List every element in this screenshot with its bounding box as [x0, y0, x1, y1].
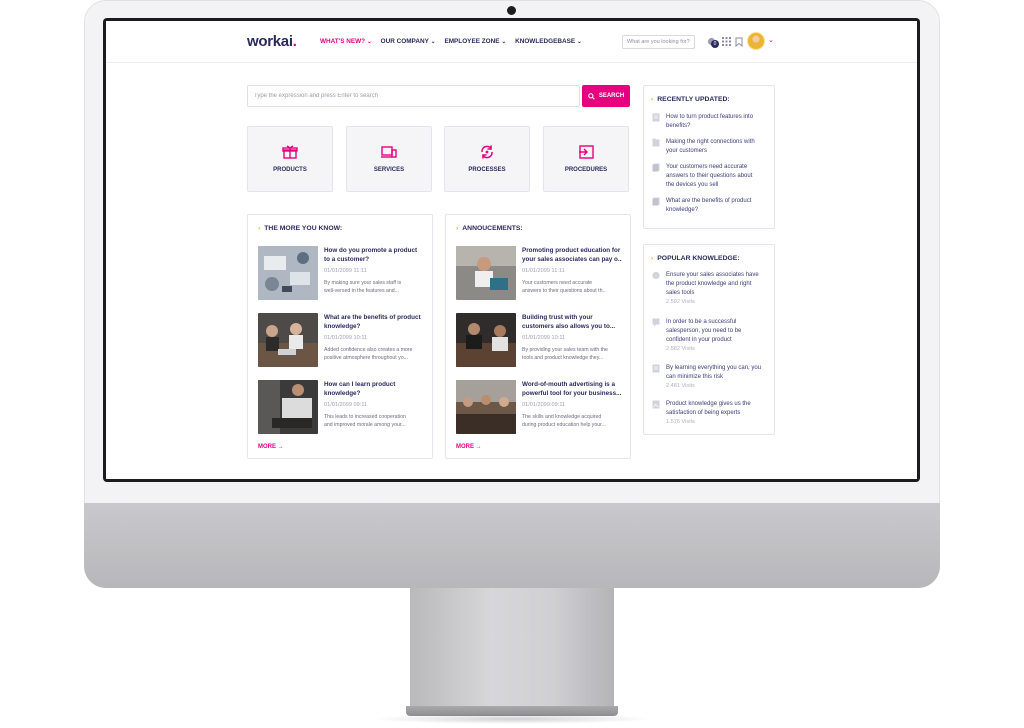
article-date: 01/01/2099 11:11 — [522, 268, 565, 274]
article-thumbnail[interactable] — [258, 380, 318, 434]
article-item[interactable]: What are the benefits of product knowled… — [258, 313, 423, 367]
nav-knowledgebase[interactable]: KNOWLEDGEBASE ⌄ — [515, 38, 582, 45]
notification-count-badge: 0 — [711, 40, 719, 48]
chevron-down-icon: ⌄ — [501, 39, 507, 45]
article-date: 01/01/2099 09:11 — [522, 402, 566, 408]
search-button[interactable]: SEARCH — [582, 85, 630, 107]
article-date: 01/01/2099 11:11 — [324, 268, 367, 274]
visit-count: 2.582 Visits — [666, 346, 695, 352]
knowledge-search-input[interactable] — [247, 85, 580, 107]
article-excerpt: and improved morale among your... — [324, 422, 406, 428]
visit-count: 2.592 Visits — [666, 299, 695, 305]
more-link[interactable]: MORE → — [258, 444, 284, 450]
panel-title: › POPULAR KNOWLEDGE: — [651, 255, 740, 262]
more-you-know-panel: › THE MORE YOU KNOW: How do you promote a… — [247, 214, 433, 459]
article-excerpt: positive atmosphere throughout yo... — [324, 355, 408, 361]
article-item[interactable]: How can I learn product knowledge? 01/01… — [258, 380, 423, 434]
chat-icon — [652, 318, 660, 327]
announcements-panel: › ANNOUCEMENTS: Promoting product educati… — [445, 214, 631, 459]
article-thumbnail[interactable] — [456, 380, 516, 434]
article-excerpt: answers to their questions about th... — [522, 288, 607, 294]
top-navigation-bar: workai. WHAT'S NEW? ⌄ OUR COMPANY ⌄ EMPLOY… — [106, 21, 917, 63]
article-date: 01/01/2099 10:11 — [522, 335, 566, 341]
popular-knowledge-panel: › POPULAR KNOWLEDGE: Ensure your sales as… — [643, 244, 775, 435]
screen: workai. WHAT'S NEW? ⌄ OUR COMPANY ⌄ EMPLOY… — [106, 21, 917, 479]
article-thumbnail[interactable] — [456, 313, 516, 367]
monitor-stand — [410, 588, 614, 710]
visit-count: 1.576 Visits — [666, 419, 695, 425]
article-thumbnail[interactable] — [258, 313, 318, 367]
chevron-right-icon: › — [456, 225, 459, 232]
chevron-right-icon: › — [651, 96, 654, 103]
article-excerpt: The skills and knowledge acquired — [522, 414, 602, 420]
gift-box-icon — [282, 145, 298, 159]
panel-title: › ANNOUCEMENTS: — [456, 225, 523, 232]
folder-icon — [652, 138, 660, 147]
user-avatar[interactable] — [747, 32, 765, 50]
article-excerpt: tools and product knowledge they... — [522, 355, 604, 361]
apps-grid-icon[interactable] — [721, 36, 732, 47]
article-item[interactable]: Building trust with your customers also … — [456, 313, 621, 367]
sign-in-icon — [579, 145, 594, 159]
more-link[interactable]: MORE → — [456, 444, 482, 450]
article-excerpt: This leads to increased cooperation — [324, 414, 406, 420]
article-thumbnail[interactable] — [456, 246, 516, 300]
category-services[interactable]: SERVICES — [346, 126, 432, 192]
chevron-right-icon: › — [258, 225, 261, 232]
article-excerpt: By providing your sales team with the — [522, 347, 608, 353]
chevron-down-icon: ⌄ — [367, 39, 372, 45]
article-item[interactable]: Word-of-mouth advertising is a powerful … — [456, 380, 621, 434]
article-item[interactable]: Promoting product education for your sal… — [456, 246, 622, 300]
bookmark-icon[interactable] — [733, 36, 744, 47]
recently-updated-panel: › RECENTLY UPDATED: How to turn product f… — [643, 85, 775, 229]
monitor-chin — [84, 503, 940, 588]
info-icon — [652, 271, 660, 280]
chevron-down-icon[interactable]: ⌄ — [768, 36, 774, 44]
search-icon — [588, 92, 595, 100]
document-icon — [652, 364, 660, 373]
chevron-down-icon: ⌄ — [577, 39, 582, 45]
visit-count: 2.481 Visits — [666, 383, 695, 389]
article-date: 01/01/2099 10:11 — [324, 335, 368, 341]
stand-shadow — [370, 714, 654, 724]
chevron-right-icon: › — [651, 255, 654, 262]
nav-whats-new[interactable]: WHAT'S NEW? ⌄ — [320, 38, 372, 45]
article-thumbnail[interactable] — [258, 246, 318, 300]
notifications-icon[interactable]: 0 — [706, 36, 719, 48]
main-nav: WHAT'S NEW? ⌄ OUR COMPANY ⌄ EMPLOYEE ZONE ⌄… — [320, 38, 582, 45]
nav-employee-zone[interactable]: EMPLOYEE ZONE ⌄ — [444, 38, 506, 45]
article-excerpt: during product education help your... — [522, 422, 606, 428]
article-excerpt: Added confidence also creates a more — [324, 347, 413, 353]
webcam — [507, 6, 516, 15]
panel-title: › THE MORE YOU KNOW: — [258, 225, 343, 232]
article-excerpt: By making sure your sales staff is — [324, 280, 402, 286]
global-search-input[interactable] — [622, 35, 695, 49]
chevron-down-icon: ⌄ — [430, 39, 436, 45]
article-excerpt: Your customers need accurate — [522, 280, 593, 286]
article-date: 01/01/2099 09:11 — [324, 402, 368, 408]
refresh-cycle-icon — [481, 145, 493, 159]
category-products[interactable]: PRODUCTS — [247, 126, 333, 192]
image-icon — [652, 400, 660, 409]
pages-icon — [652, 163, 660, 172]
category-procedures[interactable]: PROCEDURES — [543, 126, 629, 192]
pages-icon — [652, 197, 660, 206]
article-excerpt: well-versed in the features and... — [324, 288, 399, 294]
nav-our-company[interactable]: OUR COMPANY ⌄ — [381, 38, 436, 45]
workai-logo[interactable]: workai. — [247, 33, 297, 50]
article-item[interactable]: How do you promote a product to a custom… — [258, 246, 423, 300]
document-icon — [652, 113, 660, 122]
devices-icon — [381, 146, 397, 158]
category-processes[interactable]: PROCESSES — [444, 126, 530, 192]
panel-title: › RECENTLY UPDATED: — [651, 96, 730, 103]
